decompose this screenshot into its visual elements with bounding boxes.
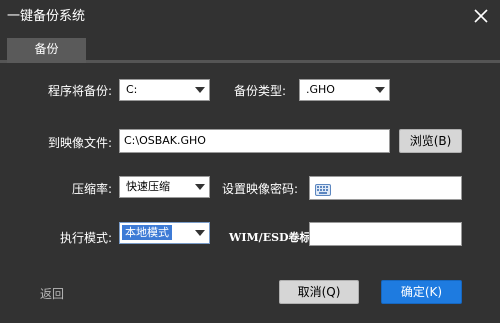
tab-strip: 备份	[0, 33, 500, 63]
compression-select[interactable]: 快速压缩	[119, 176, 210, 198]
source-label: 程序将备份:	[47, 84, 112, 98]
source-select[interactable]: C:	[119, 79, 210, 101]
mode-label: 执行模式:	[59, 231, 112, 245]
mode-value: 本地模式	[122, 225, 172, 240]
chevron-down-icon	[195, 230, 205, 236]
chevron-down-icon	[195, 87, 205, 93]
title-bar: 一键备份系统	[0, 0, 500, 33]
password-input[interactable]	[309, 176, 462, 200]
mode-select[interactable]: 本地模式	[119, 222, 210, 244]
keyboard-icon[interactable]	[315, 182, 331, 196]
chevron-down-icon	[375, 87, 385, 93]
window-title: 一键备份系统	[7, 9, 86, 24]
cancel-button[interactable]: 取消(Q)	[279, 280, 359, 304]
close-icon[interactable]	[472, 7, 490, 25]
source-value: C:	[126, 83, 138, 96]
compression-label: 压缩率:	[71, 182, 112, 196]
backup-type-label: 备份类型:	[234, 84, 287, 98]
backup-type-value: .GHO	[306, 83, 335, 96]
browse-button[interactable]: 浏览(B)	[399, 129, 462, 153]
ok-button[interactable]: 确定(K)	[381, 280, 462, 304]
back-link[interactable]: 返回	[40, 285, 64, 302]
image-file-input[interactable]: C:\OSBAK.GHO	[119, 129, 390, 153]
wim-label: WIM/ESD卷标:	[229, 231, 315, 244]
password-label: 设置映像密码:	[222, 182, 299, 196]
tab-backup[interactable]: 备份	[7, 38, 86, 63]
image-file-label: 到映像文件:	[47, 136, 112, 150]
compression-value: 快速压缩	[126, 180, 170, 193]
chevron-down-icon	[195, 184, 205, 190]
wim-input[interactable]	[309, 222, 462, 246]
backup-type-select[interactable]: .GHO	[299, 79, 390, 101]
